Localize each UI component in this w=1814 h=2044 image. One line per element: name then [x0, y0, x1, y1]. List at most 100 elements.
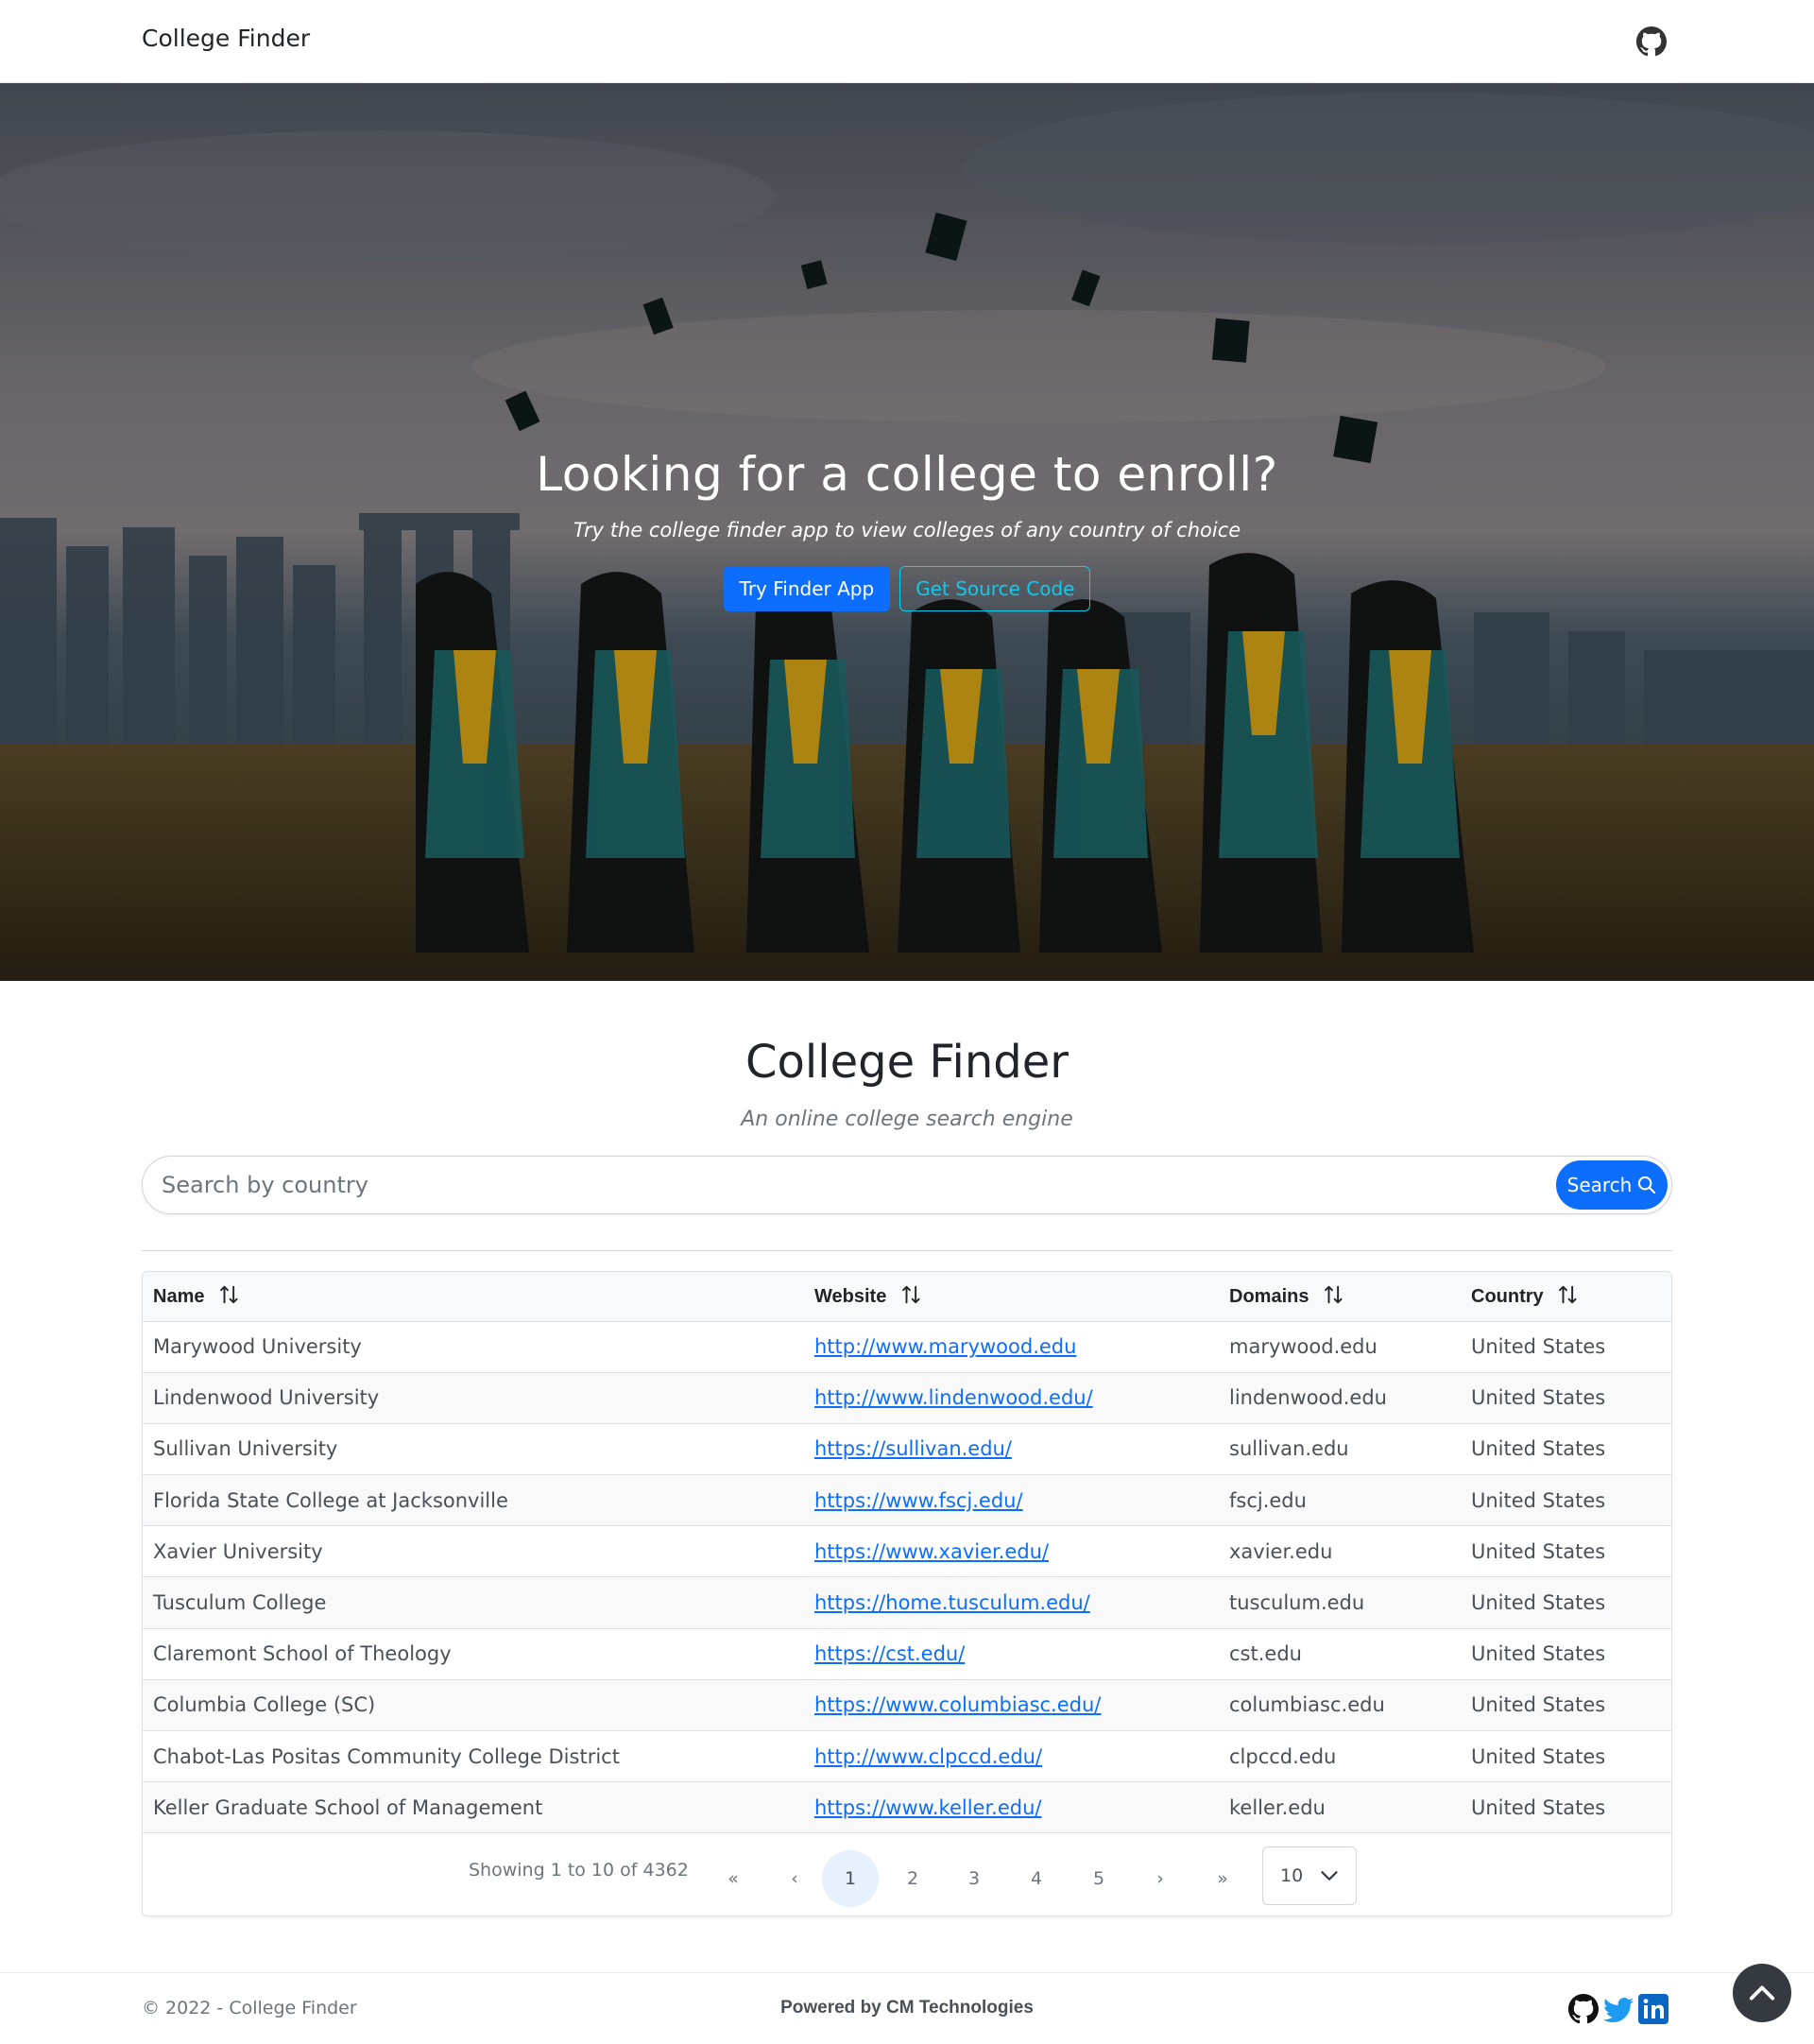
table-row: Columbia College (SC) https://www.columb…: [143, 1679, 1671, 1731]
linkedin-icon[interactable]: [1638, 1994, 1669, 2024]
website-link[interactable]: https://www.columbiasc.edu/: [814, 1693, 1101, 1716]
hero-banner: Looking for a college to enroll? Try the…: [0, 83, 1814, 981]
cell-name: Tusculum College: [153, 1591, 327, 1615]
column-header-domains[interactable]: Domains: [1219, 1272, 1461, 1321]
table-row: Marywood University http://www.marywood.…: [143, 1321, 1671, 1373]
try-finder-app-button[interactable]: Try Finder App: [723, 566, 891, 611]
previous-page-button[interactable]: ‹: [766, 1850, 823, 1907]
chevron-up-icon: [1749, 1985, 1775, 2001]
table-row: Florida State College at Jacksonville ht…: [143, 1474, 1671, 1526]
divider: [142, 1250, 1672, 1251]
column-header-label: Website: [814, 1286, 887, 1308]
page-button-3[interactable]: 3: [946, 1850, 1002, 1907]
cell-name: Lindenwood University: [153, 1386, 380, 1410]
column-header-name[interactable]: Name: [143, 1272, 804, 1321]
chevron-down-icon: [1321, 1871, 1338, 1881]
search-icon: [1638, 1176, 1656, 1194]
table-row: Claremont School of Theology https://cst…: [143, 1628, 1671, 1680]
colleges-table: Name Website Domains Country Marywood Un…: [143, 1272, 1671, 1833]
cell-domain: xavier.edu: [1229, 1539, 1333, 1563]
back-to-top-button[interactable]: [1733, 1964, 1791, 2022]
cell-name: Chabot-Las Positas Community College Dis…: [153, 1744, 620, 1768]
table-row: Tusculum College https://home.tusculum.e…: [143, 1576, 1671, 1629]
website-link[interactable]: https://www.xavier.edu/: [814, 1540, 1049, 1563]
sort-icon[interactable]: [1324, 1284, 1344, 1305]
column-header-label: Domains: [1229, 1286, 1309, 1308]
cell-domain: fscj.edu: [1229, 1488, 1307, 1512]
cell-domain: keller.edu: [1229, 1795, 1326, 1819]
column-header-label: Name: [153, 1286, 205, 1308]
website-link[interactable]: http://www.clpccd.edu/: [814, 1745, 1042, 1768]
cell-country: United States: [1471, 1335, 1606, 1359]
cell-website: https://www.fscj.edu/: [804, 1475, 1219, 1526]
page-title: College Finder: [745, 1036, 1069, 1089]
footer-powered-by: Powered by CM Technologies: [780, 1998, 1034, 2018]
hero-subtitle: Try the college finder app to view colle…: [573, 519, 1241, 541]
first-page-button[interactable]: «: [705, 1850, 762, 1907]
cell-country: United States: [1471, 1795, 1606, 1819]
pagination: Showing 1 to 10 of 4362 « ‹ 1 2 3 4 5 › …: [143, 1833, 1671, 1915]
sort-icon[interactable]: [219, 1284, 240, 1305]
cell-website: http://www.marywood.edu: [804, 1321, 1219, 1372]
footer-divider: [0, 1972, 1814, 1973]
website-link[interactable]: http://www.marywood.edu: [814, 1335, 1076, 1358]
page-button-5[interactable]: 5: [1070, 1850, 1127, 1907]
website-link[interactable]: https://home.tusculum.edu/: [814, 1591, 1090, 1614]
pagination-info: Showing 1 to 10 of 4362: [469, 1860, 689, 1881]
page-size-value: 10: [1280, 1865, 1304, 1886]
hero-buttons: Try Finder App Get Source Code: [0, 566, 1814, 611]
github-icon[interactable]: [1568, 1994, 1599, 2024]
page-button-2[interactable]: 2: [884, 1850, 941, 1907]
cell-website: https://sullivan.edu/: [804, 1423, 1219, 1474]
sort-icon[interactable]: [901, 1284, 922, 1305]
search-button[interactable]: Search: [1556, 1160, 1668, 1210]
cell-country: United States: [1471, 1642, 1606, 1666]
cell-website: https://cst.edu/: [804, 1628, 1219, 1679]
cell-country: United States: [1471, 1744, 1606, 1768]
next-page-button[interactable]: ›: [1132, 1850, 1189, 1907]
cell-domain: clpccd.edu: [1229, 1744, 1337, 1768]
hero-content: Looking for a college to enroll? Try the…: [0, 447, 1814, 611]
page-button-1[interactable]: 1: [822, 1850, 879, 1907]
table-row: Keller Graduate School of Management htt…: [143, 1781, 1671, 1833]
website-link[interactable]: https://www.fscj.edu/: [814, 1489, 1023, 1512]
website-link[interactable]: https://www.keller.edu/: [814, 1796, 1042, 1819]
cell-website: https://home.tusculum.edu/: [804, 1577, 1219, 1628]
column-header-country[interactable]: Country: [1461, 1272, 1671, 1321]
cell-name: Keller Graduate School of Management: [153, 1795, 543, 1819]
column-header-label: Country: [1471, 1286, 1544, 1308]
twitter-icon[interactable]: [1603, 1994, 1634, 2024]
navbar: College Finder: [0, 0, 1814, 83]
get-source-code-button[interactable]: Get Source Code: [899, 566, 1091, 611]
cell-domain: sullivan.edu: [1229, 1437, 1349, 1461]
page-size-select[interactable]: 10: [1262, 1846, 1357, 1905]
column-header-website[interactable]: Website: [804, 1272, 1219, 1321]
cell-domain: columbiasc.edu: [1229, 1693, 1385, 1717]
table-row: Xavier University https://www.xavier.edu…: [143, 1526, 1671, 1577]
sort-icon[interactable]: [1558, 1284, 1579, 1305]
table-header-row: Name Website Domains Country: [143, 1272, 1671, 1321]
cell-domain: marywood.edu: [1229, 1335, 1378, 1359]
website-link[interactable]: https://sullivan.edu/: [814, 1437, 1012, 1460]
cell-name: Columbia College (SC): [153, 1693, 376, 1717]
cell-country: United States: [1471, 1693, 1606, 1717]
website-link[interactable]: http://www.lindenwood.edu/: [814, 1386, 1093, 1409]
cell-country: United States: [1471, 1488, 1606, 1512]
cell-website: http://www.lindenwood.edu/: [804, 1372, 1219, 1423]
cell-name: Sullivan University: [153, 1437, 338, 1461]
cell-name: Florida State College at Jacksonville: [153, 1488, 508, 1512]
cell-website: https://www.xavier.edu/: [804, 1526, 1219, 1577]
github-icon[interactable]: [1636, 26, 1667, 57]
table-row: Chabot-Las Positas Community College Dis…: [143, 1731, 1671, 1782]
cell-country: United States: [1471, 1386, 1606, 1410]
cell-name: Claremont School of Theology: [153, 1642, 452, 1666]
last-page-button[interactable]: »: [1194, 1850, 1251, 1907]
search-bar: Search: [142, 1156, 1672, 1214]
cell-website: https://www.columbiasc.edu/: [804, 1679, 1219, 1730]
website-link[interactable]: https://cst.edu/: [814, 1642, 965, 1665]
page-button-4[interactable]: 4: [1008, 1850, 1065, 1907]
cell-country: United States: [1471, 1539, 1606, 1563]
navbar-brand[interactable]: College Finder: [142, 25, 310, 52]
search-input[interactable]: [162, 1157, 1484, 1213]
cell-domain: cst.edu: [1229, 1642, 1302, 1666]
